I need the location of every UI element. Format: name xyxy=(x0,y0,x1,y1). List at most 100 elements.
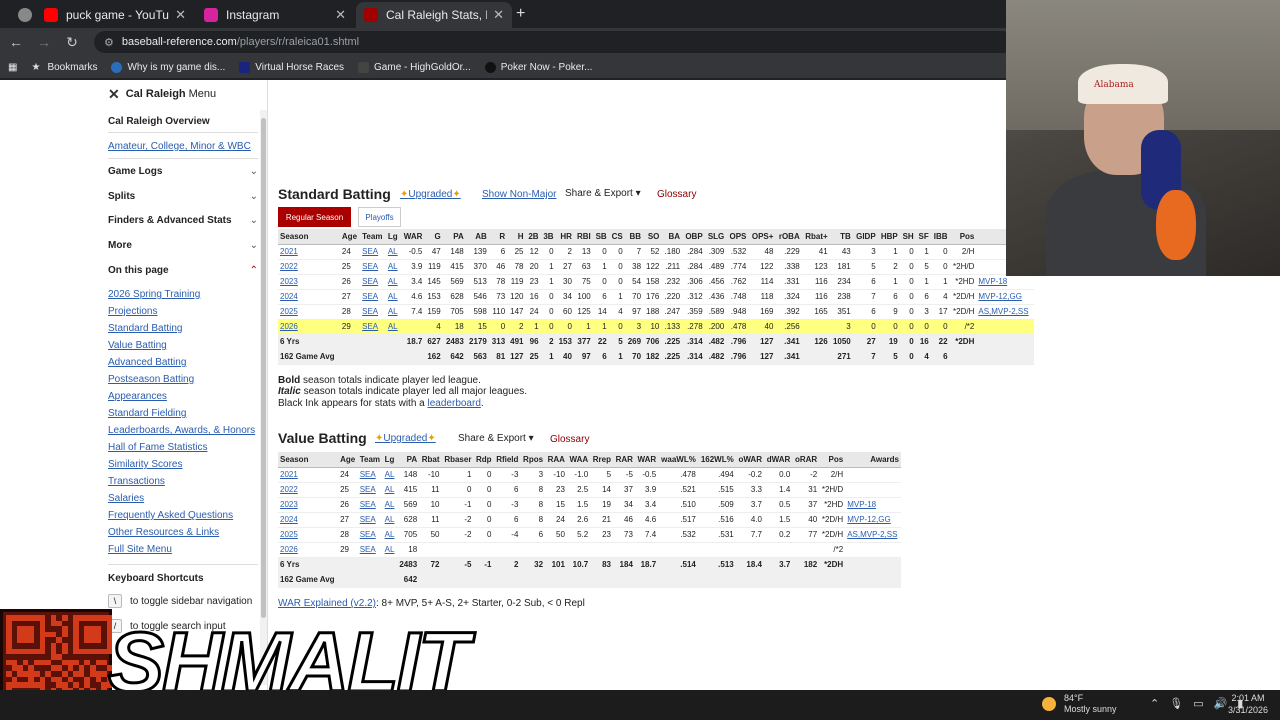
table-cell[interactable]: 2025 xyxy=(278,304,340,320)
column-header[interactable]: Team xyxy=(357,452,383,468)
column-header[interactable]: Age xyxy=(338,452,358,468)
sidebar-link[interactable]: Salaries xyxy=(108,493,144,504)
column-header[interactable]: R xyxy=(488,229,508,245)
column-header[interactable]: 162WL% xyxy=(697,452,736,468)
upgraded-link[interactable]: ✦Upgraded✦ xyxy=(400,189,461,200)
column-header[interactable]: oRAR xyxy=(792,452,820,468)
taskbar-clock[interactable]: 2:01 AM 3/31/2026 xyxy=(1228,692,1268,716)
table-cell[interactable]: AL xyxy=(382,512,397,528)
column-header[interactable]: H xyxy=(507,229,526,245)
column-header[interactable]: Team xyxy=(360,229,386,245)
table-cell[interactable]: AL xyxy=(385,304,401,320)
table-cell[interactable]: SEA xyxy=(360,289,386,305)
column-header[interactable]: Rrep xyxy=(590,452,614,468)
column-header[interactable]: 2B xyxy=(525,229,541,245)
tab-instagram[interactable]: Instagram ✕ xyxy=(196,2,354,28)
sidebar-link-minors[interactable]: Amateur, College, Minor & WBC xyxy=(108,141,251,152)
table-cell[interactable]: AL xyxy=(385,319,401,335)
new-tab-button[interactable]: + xyxy=(516,5,525,23)
close-icon[interactable]: ✕ xyxy=(335,7,346,23)
column-header[interactable]: G xyxy=(424,229,443,245)
sidebar-link[interactable]: Hall of Fame Statistics xyxy=(108,442,207,453)
table-cell[interactable]: 2023 xyxy=(278,274,340,290)
apps-icon[interactable]: ▦ xyxy=(8,62,17,73)
column-header[interactable]: Rbaser xyxy=(441,452,474,468)
chevron-up-icon[interactable]: ⌃ xyxy=(1150,697,1159,710)
glossary-link[interactable]: Glossary xyxy=(550,434,589,445)
table-cell[interactable]: SEA xyxy=(357,542,383,558)
column-header[interactable]: Lg xyxy=(385,229,401,245)
column-header[interactable]: oWAR xyxy=(735,452,764,468)
table-cell[interactable]: AS,MVP-2,SS xyxy=(976,304,1034,320)
table-cell[interactable]: 2024 xyxy=(278,512,339,528)
table-cell[interactable]: SEA xyxy=(357,497,383,513)
table-cell[interactable]: AL xyxy=(382,467,397,483)
table-cell[interactable]: SEA xyxy=(360,319,386,335)
close-icon[interactable]: ✕ xyxy=(175,7,186,23)
column-header[interactable]: 3B xyxy=(540,229,556,245)
table-cell[interactable]: 2022 xyxy=(278,259,340,275)
table-cell[interactable]: AL xyxy=(382,482,397,498)
column-header[interactable]: PA xyxy=(396,452,420,468)
network-icon[interactable]: ▭ xyxy=(1193,697,1203,710)
column-header[interactable]: GIDP xyxy=(852,229,878,245)
column-header[interactable]: OBP xyxy=(682,229,705,245)
column-header[interactable]: RBI xyxy=(573,229,593,245)
table-cell[interactable]: MVP-12,GG xyxy=(976,289,1034,305)
table-cell[interactable]: SEA xyxy=(360,274,386,290)
sidebar-link[interactable]: Standard Fielding xyxy=(108,408,186,419)
table-cell[interactable]: SEA xyxy=(360,304,386,320)
volume-icon[interactable]: 🔊 xyxy=(1214,697,1228,710)
column-header[interactable]: Age xyxy=(339,229,361,245)
column-header[interactable]: Rfield xyxy=(493,452,521,468)
table-cell[interactable]: SEA xyxy=(357,512,383,528)
sidebar-link[interactable]: Leaderboards, Awards, & Honors xyxy=(108,425,255,436)
weather-widget[interactable]: 84°F Mostly sunny xyxy=(1042,693,1117,715)
table-cell[interactable]: 2021 xyxy=(278,467,339,483)
back-icon[interactable]: ← xyxy=(4,34,28,50)
tab-baseball-reference[interactable]: Cal Raleigh Stats, Height, Weig ✕ xyxy=(356,2,512,28)
share-export-menu[interactable]: Share & Export ▾ xyxy=(565,188,641,199)
column-header[interactable]: Pos xyxy=(819,452,846,468)
column-header[interactable]: HR xyxy=(555,229,574,245)
leaderboard-link[interactable]: leaderboard xyxy=(428,398,481,409)
war-explained-link[interactable]: WAR Explained (v2.2) xyxy=(278,598,376,609)
table-cell[interactable]: SEA xyxy=(360,244,386,260)
table-cell[interactable]: SEA xyxy=(357,467,383,483)
glossary-link[interactable]: Glossary xyxy=(657,189,696,200)
column-header[interactable]: CS xyxy=(608,229,625,245)
sidebar-link[interactable]: Full Site Menu xyxy=(108,544,172,555)
sidebar-overview[interactable]: Cal Raleigh Overview xyxy=(108,116,258,127)
table-cell[interactable]: AL xyxy=(385,289,401,305)
address-bar[interactable]: ⚙ baseball-reference.com/players/r/ralei… xyxy=(94,31,1014,53)
close-icon[interactable]: ✕ xyxy=(108,86,120,103)
column-header[interactable]: SB xyxy=(592,229,609,245)
column-header[interactable]: Rpos xyxy=(520,452,546,468)
column-header[interactable]: WAA xyxy=(566,452,591,468)
bookmark-horse-races[interactable]: Virtual Horse Races xyxy=(239,61,344,73)
column-header[interactable]: RAR xyxy=(613,452,635,468)
table-cell[interactable]: SEA xyxy=(357,527,383,543)
sidebar-scrollbar[interactable] xyxy=(260,110,267,685)
sidebar-section-game-logs[interactable]: Game Logs ⌄ xyxy=(108,166,258,177)
upgraded-link[interactable]: ✦Upgraded✦ xyxy=(375,433,436,444)
sidebar-link[interactable]: Appearances xyxy=(108,391,167,402)
table-cell[interactable]: 2021 xyxy=(278,244,340,260)
sidebar-link[interactable]: 2026 Spring Training xyxy=(108,289,200,300)
sidebar-link[interactable]: Standard Batting xyxy=(108,323,183,334)
tab-playoffs[interactable]: Playoffs xyxy=(358,207,401,227)
column-header[interactable]: SH xyxy=(899,229,916,245)
column-header[interactable]: PA xyxy=(442,229,466,245)
column-header[interactable]: WAR xyxy=(400,229,425,245)
reload-icon[interactable]: ↻ xyxy=(60,34,84,51)
sidebar-link[interactable]: Value Batting xyxy=(108,340,167,351)
column-header[interactable]: SLG xyxy=(704,229,727,245)
microphone-icon[interactable]: 🎙 xyxy=(1169,697,1183,710)
column-header[interactable]: Pos xyxy=(949,229,977,245)
column-header[interactable]: HBP xyxy=(877,229,900,245)
sidebar-link[interactable]: Transactions xyxy=(108,476,165,487)
share-export-menu[interactable]: Share & Export ▾ xyxy=(458,433,534,444)
column-header[interactable]: Rbat+ xyxy=(801,229,830,245)
column-header[interactable]: BA xyxy=(661,229,683,245)
bookmark-poker[interactable]: Poker Now - Poker... xyxy=(484,61,592,73)
